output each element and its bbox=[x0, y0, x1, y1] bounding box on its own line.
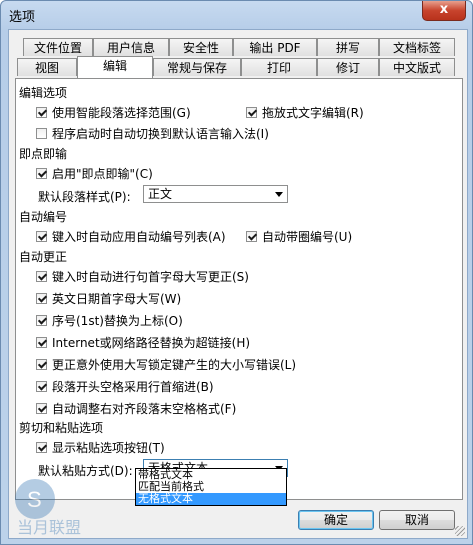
svg-text:S: S bbox=[27, 487, 42, 512]
option-caps-lock[interactable]: 更正意外使用大写锁定键产生的大小写错误(L) bbox=[36, 356, 296, 373]
checkbox[interactable] bbox=[36, 315, 47, 326]
section-auto-correct: 自动更正 bbox=[19, 250, 68, 264]
checkbox[interactable] bbox=[36, 271, 47, 282]
tab-label: 打印 bbox=[266, 61, 291, 75]
option-label: 自动调整右对齐段落末空格格式(F) bbox=[52, 402, 237, 416]
tab-label: 中文版式 bbox=[392, 61, 441, 75]
tab-file-location[interactable]: 文件位置 bbox=[23, 38, 93, 56]
tab-edit[interactable]: 编辑 bbox=[77, 56, 153, 78]
checkbox[interactable] bbox=[36, 168, 47, 179]
option-label: 程序启动时自动切换到默认语言输入法(I) bbox=[52, 127, 269, 141]
watermark-logo: S 当月联盟 bbox=[15, 479, 81, 537]
option-label: 段落开头空格采用行首缩进(B) bbox=[52, 380, 214, 394]
paste-options-dropdown: 带格式文本 匹配当前格式 无格式文本 bbox=[135, 468, 287, 506]
tab-label: 修订 bbox=[335, 61, 360, 75]
option-superscript-ordinal[interactable]: 序号(1st)替换为上标(O) bbox=[36, 312, 183, 329]
tab-label: 编辑 bbox=[102, 59, 127, 73]
option-auto-capitalize[interactable]: 键入时自动进行句首字母大写更正(S) bbox=[36, 268, 249, 285]
checkbox[interactable] bbox=[36, 231, 47, 242]
option-capitalize-dates[interactable]: 英文日期首字母大写(W) bbox=[36, 290, 181, 307]
resize-grip[interactable] bbox=[455, 526, 465, 536]
tab-label: 用户信息 bbox=[106, 41, 155, 55]
dropdown-option-selected[interactable]: 无格式文本 bbox=[136, 493, 286, 505]
option-auto-ime[interactable]: 程序启动时自动切换到默认语言输入法(I) bbox=[36, 125, 269, 142]
title-bar[interactable]: 选项 x bbox=[1, 1, 472, 28]
tab-spelling[interactable]: 拼写 bbox=[317, 38, 379, 56]
tab-label: 拼写 bbox=[335, 41, 360, 55]
checkbox[interactable] bbox=[36, 337, 47, 348]
option-first-indent[interactable]: 段落开头空格采用行首缩进(B) bbox=[36, 378, 214, 395]
default-para-style-label: 默认段落样式(P): bbox=[38, 190, 131, 204]
select-value: 正文 bbox=[148, 187, 173, 201]
default-para-style-select[interactable]: 正文 bbox=[143, 185, 288, 203]
checkbox[interactable] bbox=[36, 359, 47, 370]
tab-label: 视图 bbox=[34, 61, 59, 75]
section-edit-options: 编辑选项 bbox=[19, 86, 68, 100]
option-label: 自动带圈编号(U) bbox=[262, 230, 353, 244]
option-align-spaces[interactable]: 自动调整右对齐段落末空格格式(F) bbox=[36, 400, 236, 417]
option-smart-select[interactable]: 使用智能段落选择范围(G) bbox=[36, 104, 191, 121]
option-label: 启用"即点即输"(C) bbox=[52, 167, 153, 181]
tab-chinese-layout[interactable]: 中文版式 bbox=[379, 58, 455, 76]
option-enable-click-type[interactable]: 启用"即点即输"(C) bbox=[36, 165, 153, 182]
watermark-text: 当月联盟 bbox=[17, 518, 81, 537]
tab-label: 文件位置 bbox=[33, 41, 82, 55]
option-label: 拖放式文字编辑(R) bbox=[262, 106, 364, 120]
tab-revision[interactable]: 修订 bbox=[317, 58, 379, 76]
option-label: 英文日期首字母大写(W) bbox=[52, 292, 182, 306]
checkbox[interactable] bbox=[36, 442, 47, 453]
options-dialog: 选项 x 文件位置 用户信息 安全性 输出 PDF 拼写 文档标签 视图 编辑 … bbox=[0, 0, 473, 545]
option-label: 序号(1st)替换为上标(O) bbox=[52, 314, 183, 328]
checkbox[interactable] bbox=[36, 293, 47, 304]
close-button[interactable]: x bbox=[422, 1, 466, 21]
checkbox[interactable] bbox=[36, 128, 47, 139]
option-label: Internet或网络路径替换为超链接(H) bbox=[52, 336, 251, 350]
option-label: 使用智能段落选择范围(G) bbox=[52, 106, 191, 120]
option-label: 显示粘贴选项按钮(T) bbox=[52, 441, 165, 455]
checkbox[interactable] bbox=[246, 107, 257, 118]
section-click-type: 即点即输 bbox=[19, 147, 68, 161]
section-auto-number: 自动编号 bbox=[19, 210, 68, 224]
tab-general-save[interactable]: 常规与保存 bbox=[153, 58, 241, 76]
cancel-button[interactable]: 取消 bbox=[379, 510, 455, 530]
checkbox[interactable] bbox=[36, 107, 47, 118]
close-icon: x bbox=[439, 2, 449, 17]
checkbox[interactable] bbox=[36, 381, 47, 392]
option-show-paste-button[interactable]: 显示粘贴选项按钮(T) bbox=[36, 439, 165, 456]
tab-view[interactable]: 视图 bbox=[17, 58, 77, 76]
ok-button[interactable]: 确定 bbox=[298, 510, 374, 530]
option-hyperlink[interactable]: Internet或网络路径替换为超链接(H) bbox=[36, 334, 250, 351]
tab-user-info[interactable]: 用户信息 bbox=[93, 38, 169, 56]
checkbox[interactable] bbox=[36, 403, 47, 414]
checkbox[interactable] bbox=[246, 231, 257, 242]
tab-label: 常规与保存 bbox=[166, 61, 227, 75]
dialog-client: 文件位置 用户信息 安全性 输出 PDF 拼写 文档标签 视图 编辑 常规与保存… bbox=[8, 29, 468, 539]
tab-label: 安全性 bbox=[182, 41, 219, 55]
chevron-down-icon bbox=[275, 192, 283, 197]
tab-label: 文档标签 bbox=[392, 41, 441, 55]
tab-print[interactable]: 打印 bbox=[241, 58, 317, 76]
tab-security[interactable]: 安全性 bbox=[169, 38, 233, 56]
option-drag-edit[interactable]: 拖放式文字编辑(R) bbox=[246, 104, 364, 121]
option-label: 键入时自动应用自动编号列表(A) bbox=[52, 230, 226, 244]
tab-doc-tabs[interactable]: 文档标签 bbox=[379, 38, 455, 56]
section-cut-paste: 剪切和粘贴选项 bbox=[19, 421, 104, 435]
option-label: 键入时自动进行句首字母大写更正(S) bbox=[52, 270, 249, 284]
edit-tab-panel: 编辑选项 使用智能段落选择范围(G) 拖放式文字编辑(R) 程序启动时自动切换到… bbox=[15, 78, 463, 500]
option-auto-circle-number[interactable]: 自动带圈编号(U) bbox=[246, 228, 352, 245]
dialog-title: 选项 bbox=[9, 10, 36, 25]
tab-label: 输出 PDF bbox=[249, 41, 301, 55]
option-label: 更正意外使用大写锁定键产生的大小写错误(L) bbox=[52, 358, 297, 372]
option-auto-number-list[interactable]: 键入时自动应用自动编号列表(A) bbox=[36, 228, 226, 245]
tab-export-pdf[interactable]: 输出 PDF bbox=[233, 38, 317, 56]
